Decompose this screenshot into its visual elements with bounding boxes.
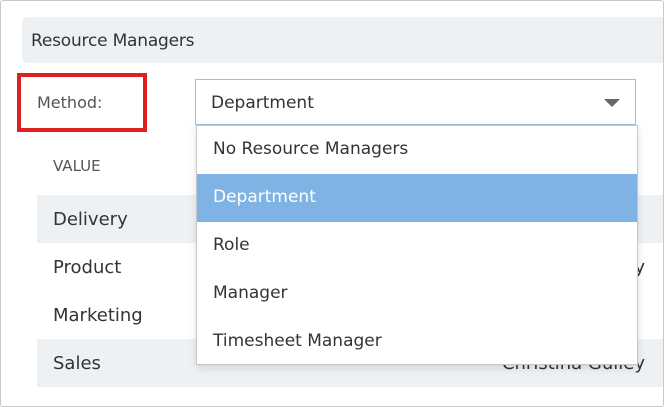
chevron-down-icon[interactable]	[604, 99, 620, 107]
column-header-value: VALUE	[53, 157, 101, 175]
method-dropdown-menu: No Resource Managers Department Role Man…	[196, 125, 638, 365]
row-value: Marketing	[53, 305, 143, 326]
dropdown-option-role[interactable]: Role	[197, 222, 637, 270]
row-value: Product	[53, 257, 122, 278]
resource-managers-panel: Resource Managers Method: Department VAL…	[0, 0, 664, 407]
dropdown-option-department[interactable]: Department	[197, 174, 637, 222]
section-title: Resource Managers	[31, 31, 195, 51]
section-header: Resource Managers	[22, 17, 663, 63]
option-label: No Resource Managers	[213, 139, 409, 159]
method-select[interactable]: Department	[195, 79, 636, 125]
option-label: Role	[213, 235, 250, 255]
option-label: Department	[213, 187, 316, 207]
row-value: Sales	[53, 353, 101, 374]
option-label: Timesheet Manager	[213, 331, 382, 351]
row-value: Delivery	[53, 209, 128, 230]
dropdown-option-timesheet-manager[interactable]: Timesheet Manager	[197, 318, 637, 366]
option-label: Manager	[213, 283, 288, 303]
highlight-annotation	[17, 73, 147, 132]
method-select-value: Department	[211, 93, 314, 113]
dropdown-option-manager[interactable]: Manager	[197, 270, 637, 318]
dropdown-option-no-resource-managers[interactable]: No Resource Managers	[197, 126, 637, 174]
